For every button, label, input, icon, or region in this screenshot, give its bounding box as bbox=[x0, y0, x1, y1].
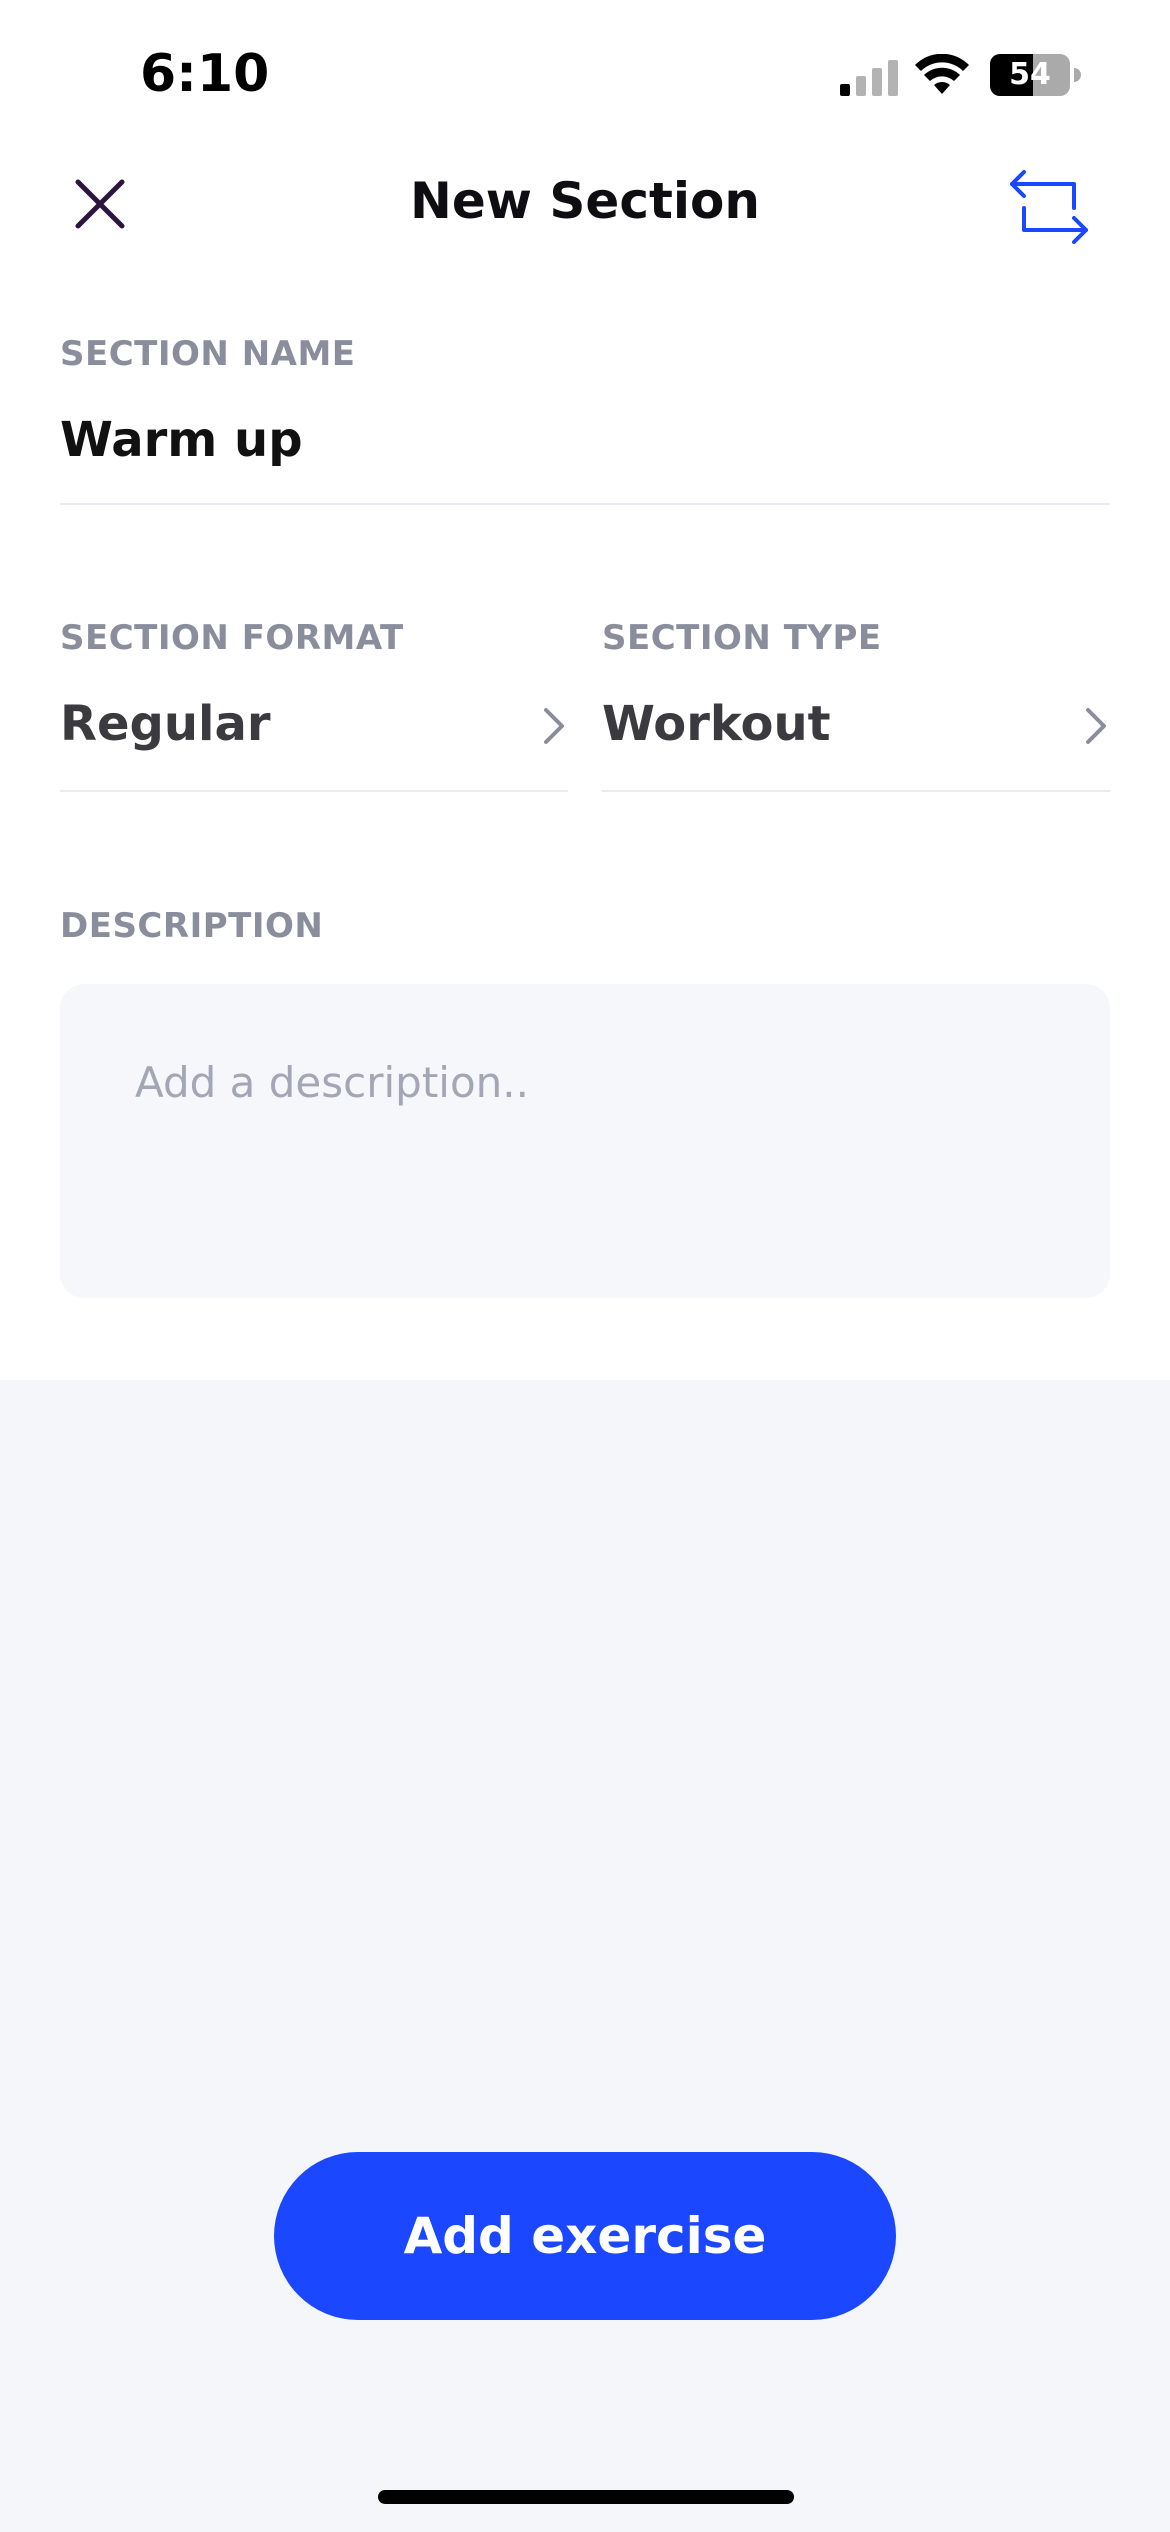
description-placeholder: Add a description.. bbox=[135, 1058, 529, 1107]
swap-arrows-icon bbox=[1010, 170, 1088, 244]
section-type-divider bbox=[602, 790, 1110, 792]
section-format-select[interactable]: Regular bbox=[60, 696, 568, 796]
signal-icon bbox=[840, 60, 898, 96]
section-name-divider bbox=[60, 503, 1110, 505]
description-textarea[interactable]: Add a description.. bbox=[60, 984, 1110, 1298]
section-format-value: Regular bbox=[60, 696, 271, 752]
status-icons: 54 bbox=[840, 52, 1090, 100]
chevron-right-icon bbox=[1086, 708, 1106, 744]
swap-button[interactable] bbox=[1006, 168, 1092, 246]
wifi-icon bbox=[915, 54, 969, 94]
section-type-select[interactable]: Workout bbox=[602, 696, 1110, 796]
section-format-label: SECTION FORMAT bbox=[60, 618, 404, 658]
section-name-label: SECTION NAME bbox=[60, 334, 356, 374]
section-type-label: SECTION TYPE bbox=[602, 618, 882, 658]
description-label: DESCRIPTION bbox=[60, 906, 324, 946]
add-exercise-button[interactable]: Add exercise bbox=[274, 2152, 896, 2320]
page-title: New Section bbox=[410, 172, 760, 230]
status-time: 6:10 bbox=[140, 44, 270, 104]
section-format-divider bbox=[60, 790, 568, 792]
home-indicator bbox=[378, 2490, 794, 2504]
section-name-input[interactable]: Warm up bbox=[60, 412, 303, 468]
chevron-right-icon bbox=[544, 708, 564, 744]
section-type-value: Workout bbox=[602, 696, 831, 752]
battery-level: 54 bbox=[1009, 57, 1051, 92]
